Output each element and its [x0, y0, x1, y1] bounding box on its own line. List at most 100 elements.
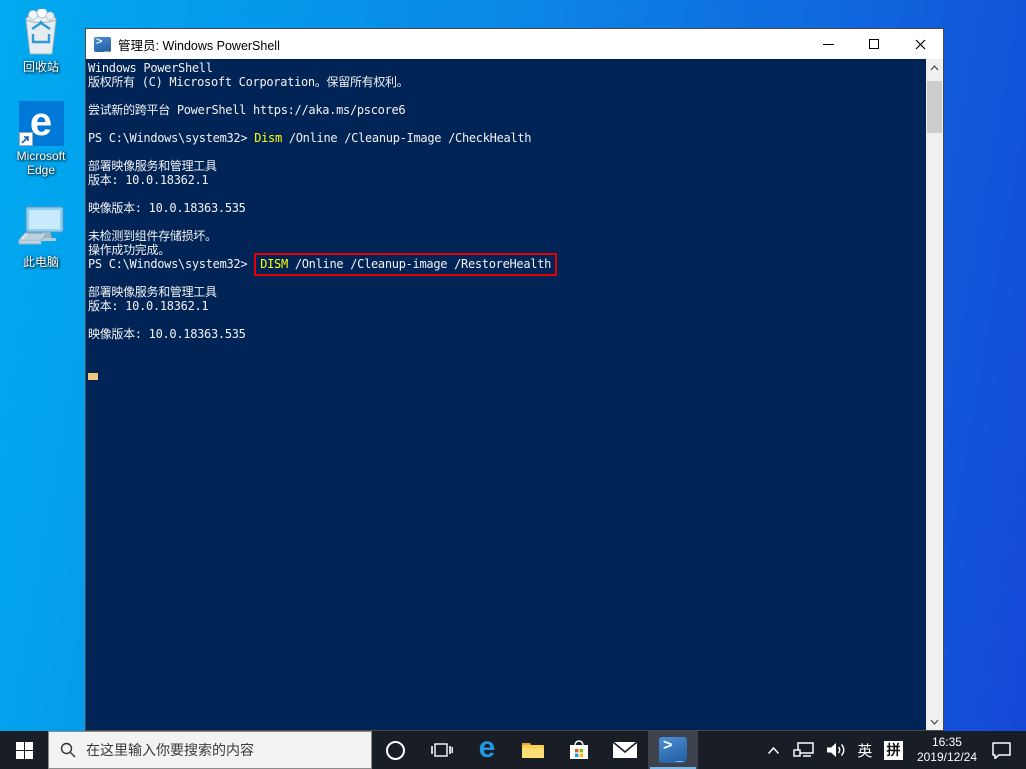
clock-date: 2019/12/24 [917, 750, 977, 765]
this-pc-icon [16, 204, 66, 252]
system-tray: 英 拼 16:35 2019/12/24 [763, 731, 1026, 769]
console-line [88, 145, 926, 159]
tray-ime-mode[interactable]: 拼 [882, 731, 905, 769]
console-text: 映像版本: 10.0.18363.535 [88, 201, 246, 215]
cortana-button[interactable] [372, 731, 418, 769]
taskbar: e >_ [0, 731, 1026, 769]
console-text: /Online /Cleanup-Image /CheckHealth [282, 131, 531, 145]
console-line: 尝试新的跨平台 PowerShell https://aka.ms/pscore… [88, 103, 926, 117]
console-line [88, 341, 926, 355]
minimize-button[interactable] [805, 29, 851, 59]
ime-language-label: 英 [857, 740, 872, 761]
console-text: 操作成功完成。 [88, 243, 170, 257]
console-text: Windows PowerShell [88, 61, 213, 75]
console-text: 版权所有 (C) Microsoft Corporation。保留所有权利。 [88, 75, 408, 89]
action-center-icon [991, 741, 1012, 759]
clock-time: 16:35 [917, 735, 977, 750]
scroll-up-button[interactable] [926, 59, 943, 76]
scrollbar-thumb[interactable] [927, 81, 942, 133]
console-line [88, 187, 926, 201]
console-text: 版本: 10.0.18362.1 [88, 299, 208, 313]
console-line: 版本: 10.0.18362.1 [88, 173, 926, 187]
desktop-icon-microsoft-edge[interactable]: e Microsoft Edge [2, 101, 80, 177]
taskbar-edge-button[interactable]: e [464, 731, 510, 769]
action-center-button[interactable] [989, 731, 1018, 769]
console-text: 映像版本: 10.0.18363.535 [88, 327, 246, 341]
powershell-window: >_ 管理员: Windows PowerShell Windows Power… [85, 28, 944, 731]
console-line [88, 89, 926, 103]
close-button[interactable] [897, 29, 943, 59]
shortcut-arrow-icon [19, 132, 33, 146]
console-cursor [88, 373, 98, 380]
desktop-icon-this-pc[interactable]: 此电脑 [2, 204, 80, 269]
console-line: PS C:\Windows\system32> DISM /Online /Cl… [88, 257, 926, 271]
search-input[interactable] [86, 742, 346, 758]
desktop-icon-label: Microsoft Edge [2, 149, 80, 177]
console-text: PS C:\Windows\system32> [88, 131, 254, 145]
console-line [88, 215, 926, 229]
tray-ime-language[interactable]: 英 [854, 731, 876, 769]
console-line: 部署映像服务和管理工具 [88, 159, 926, 173]
console-text: 未检测到组件存储损坏。 [88, 229, 217, 243]
console-line [88, 355, 926, 369]
search-icon [60, 742, 76, 758]
console-line: 版本: 10.0.18362.1 [88, 299, 926, 313]
task-view-icon [429, 741, 453, 759]
desktop-icon-label: 回收站 [23, 60, 59, 74]
console-text: PS C:\Windows\system32> [88, 257, 254, 271]
mail-button[interactable] [602, 731, 648, 769]
maximize-button[interactable] [851, 29, 897, 59]
console-line [88, 117, 926, 131]
console-line: Windows PowerShell [88, 61, 926, 75]
console-text: 部署映像服务和管理工具 [88, 159, 217, 173]
vertical-scrollbar[interactable] [926, 59, 943, 730]
minimize-icon [823, 44, 834, 45]
tray-volume[interactable] [823, 731, 848, 769]
taskbar-search[interactable] [48, 731, 372, 769]
desktop-icon-label: 此电脑 [23, 255, 59, 269]
edge-icon: e [479, 734, 496, 762]
mail-icon [612, 740, 638, 760]
file-explorer-button[interactable] [510, 731, 556, 769]
chevron-up-icon [767, 746, 780, 755]
console-line: 未检测到组件存储损坏。 [88, 229, 926, 243]
console-text: Dism [254, 131, 282, 145]
tray-show-hidden-icons[interactable] [763, 731, 785, 769]
microsoft-store-button[interactable] [556, 731, 602, 769]
task-view-button[interactable] [418, 731, 464, 769]
microsoft-edge-icon: e [19, 101, 64, 146]
speaker-icon [825, 741, 846, 759]
console-output[interactable]: Windows PowerShell版权所有 (C) Microsoft Cor… [86, 59, 926, 730]
windows-logo-icon [16, 742, 33, 759]
cortana-icon [386, 741, 405, 760]
maximize-icon [869, 39, 879, 49]
tray-network[interactable] [791, 731, 817, 769]
console-text: /Online /Cleanup-image /RestoreHealth [288, 257, 551, 271]
console-line: PS C:\Windows\system32> Dism /Online /Cl… [88, 131, 926, 145]
window-title: 管理员: Windows PowerShell [118, 35, 805, 54]
chevron-up-icon [930, 65, 939, 71]
ime-mode-badge: 拼 [884, 741, 903, 760]
console-line: 部署映像服务和管理工具 [88, 285, 926, 299]
console-text: DISM [260, 257, 288, 271]
start-button[interactable] [0, 731, 48, 769]
folder-icon [520, 739, 546, 761]
console-line: 映像版本: 10.0.18363.535 [88, 201, 926, 215]
close-icon [915, 39, 926, 50]
taskbar-powershell-button[interactable]: >_ [648, 731, 698, 769]
chevron-down-icon [930, 719, 939, 725]
console-text: 尝试新的跨平台 PowerShell https://aka.ms/pscore… [88, 103, 405, 117]
powershell-icon: >_ [94, 37, 111, 52]
console-line [88, 313, 926, 327]
tray-clock[interactable]: 16:35 2019/12/24 [911, 731, 983, 769]
window-titlebar[interactable]: >_ 管理员: Windows PowerShell [86, 29, 943, 59]
scroll-down-button[interactable] [926, 713, 943, 730]
powershell-icon: >_ [659, 737, 687, 763]
console-text: 版本: 10.0.18362.1 [88, 173, 208, 187]
highlight-red-box: DISM /Online /Cleanup-image /RestoreHeal… [254, 253, 557, 276]
desktop-icon-recycle-bin[interactable]: 回收站 [2, 9, 80, 74]
network-icon [793, 741, 815, 759]
console-line: 版权所有 (C) Microsoft Corporation。保留所有权利。 [88, 75, 926, 89]
console-text: 部署映像服务和管理工具 [88, 285, 217, 299]
console-line: 映像版本: 10.0.18363.535 [88, 327, 926, 341]
